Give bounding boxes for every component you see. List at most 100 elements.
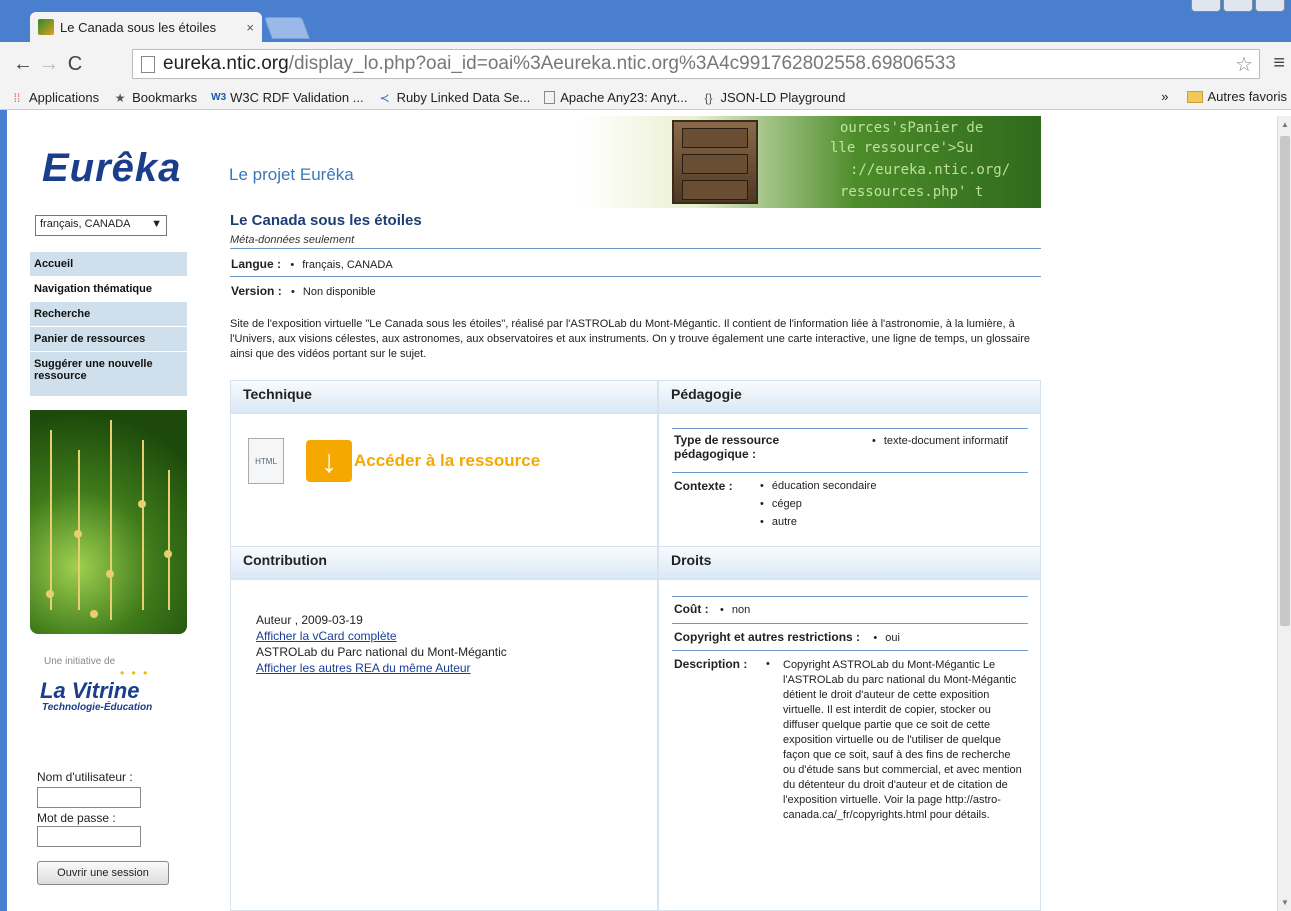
sidebar-item-panier[interactable]: Panier de ressources	[30, 327, 187, 352]
cout-value: non	[720, 604, 750, 616]
login-button[interactable]: Ouvrir une session	[37, 861, 169, 885]
scroll-thumb[interactable]	[1280, 136, 1290, 626]
download-arrow-icon: ↓	[306, 440, 352, 482]
window-border	[0, 110, 7, 911]
scroll-down-icon[interactable]: ▼	[1281, 898, 1289, 907]
langue-row: Langue : français, CANADA	[231, 257, 393, 271]
resource-description: Site de l'exposition virtuelle "Le Canad…	[230, 318, 1031, 360]
contexte-label: Contexte :	[674, 479, 733, 493]
minimize-button[interactable]	[1191, 0, 1221, 12]
language-select-value: français, CANADA	[40, 218, 131, 230]
tab-strip: Le Canada sous les étoiles ×	[0, 0, 1291, 42]
dropdown-arrow-icon: ▼	[151, 218, 162, 230]
page-subtitle: Méta-données seulement	[230, 234, 355, 246]
divider	[230, 248, 1041, 249]
banner-code-line: lle ressource'>Su	[830, 140, 974, 156]
other-rea-link[interactable]: Afficher les autres REA du même Auteur	[256, 661, 471, 675]
vitrine-subtitle: Technologie-Éducation	[42, 702, 153, 713]
close-icon[interactable]: ×	[246, 20, 254, 35]
bookmark-bookmarks[interactable]: ★ Bookmarks	[113, 90, 197, 105]
url-path: /display_lo.php?oai_id=oai%3Aeureka.ntic…	[288, 53, 956, 74]
bookmark-star-icon[interactable]: ☆	[1235, 52, 1253, 77]
scrollbar[interactable]: ▲ ▼	[1277, 116, 1291, 911]
username-input[interactable]	[37, 787, 141, 808]
sidebar-item-navigation-thematique[interactable]: Navigation thématique	[30, 277, 187, 302]
pedagogie-heading: Pédagogie	[659, 381, 1040, 414]
maximize-button[interactable]	[1223, 0, 1253, 12]
menu-icon[interactable]: ≡	[1273, 52, 1285, 75]
sidebar-item-recherche[interactable]: Recherche	[30, 302, 187, 327]
contribution-content: Auteur , 2009-03-19 Afficher la vCard co…	[256, 612, 507, 676]
contribution-panel: Contribution	[230, 546, 658, 911]
bookmark-label: Apache Any23: Anyt...	[560, 90, 688, 105]
new-tab-button[interactable]	[263, 17, 311, 39]
contexte-value: autre	[760, 516, 797, 528]
browser-tab[interactable]: Le Canada sous les étoiles ×	[30, 12, 262, 42]
bookmark-any23[interactable]: Apache Any23: Anyt...	[544, 90, 687, 105]
version-row: Version : Non disponible	[231, 284, 376, 298]
bookmark-ruby-linked-data[interactable]: ≺ Ruby Linked Data Se...	[378, 90, 531, 105]
filing-cabinet-image	[672, 120, 758, 204]
droits-heading: Droits	[659, 547, 1040, 580]
vitrine-logo[interactable]: La Vitrine	[40, 678, 139, 704]
browser-chrome: Le Canada sous les étoiles × ← → C eurek…	[0, 0, 1291, 116]
access-resource-label: Accéder à la ressource	[354, 451, 541, 470]
type-ressource-label: Type de ressource pédagogique :	[674, 433, 814, 461]
other-bookmarks[interactable]: Autres favoris	[1208, 89, 1287, 104]
contexte-value: cégep	[760, 498, 802, 510]
divider	[672, 428, 1028, 429]
pedagogie-panel: Pédagogie	[658, 380, 1041, 548]
sidebar-item-suggerer[interactable]: Suggérer une nouvelle ressource	[30, 352, 187, 397]
scroll-up-icon[interactable]: ▲	[1281, 120, 1289, 129]
bookmarks-overflow-button[interactable]: »	[1161, 89, 1168, 104]
window-close-button[interactable]	[1255, 0, 1285, 12]
back-arrow-icon[interactable]: ←	[10, 53, 36, 76]
divider	[672, 623, 1028, 624]
braces-icon: {}	[704, 90, 713, 105]
star-icon: ★	[114, 90, 126, 105]
circuit-board-image	[30, 410, 187, 634]
description-label-text: Description :	[674, 657, 748, 671]
copyright-value: oui	[873, 632, 900, 644]
banner-code-line: ressources.php' t	[840, 184, 984, 200]
organization-name: ASTROLab du Parc national du Mont-Mégant…	[256, 645, 507, 659]
bookmark-w3c[interactable]: W3 W3C RDF Validation ...	[211, 90, 363, 105]
vcard-link[interactable]: Afficher la vCard complète	[256, 629, 397, 643]
type-label: Type de ressource pédagogique :	[674, 433, 780, 461]
bookmark-applications[interactable]: ⁞⁞ Applications	[10, 90, 99, 105]
password-input[interactable]	[37, 826, 141, 847]
bookmark-label: Ruby Linked Data Se...	[396, 90, 531, 105]
page-title: Le Canada sous les étoiles	[230, 212, 422, 229]
access-resource-link[interactable]: HTML ↓ Accéder à la ressource	[248, 438, 540, 484]
password-label: Mot de passe :	[37, 811, 116, 825]
bookmark-jsonld[interactable]: {} JSON-LD Playground	[701, 90, 845, 105]
bookmarks-right: » Autres favoris	[1161, 89, 1287, 104]
author-line: Auteur , 2009-03-19	[256, 613, 363, 627]
favicon-icon	[38, 19, 54, 35]
page-icon	[141, 55, 155, 73]
bookmarks-bar: ⁞⁞ Applications ★ Bookmarks W3 W3C RDF Vali…	[0, 86, 1291, 110]
username-label: Nom d'utilisateur :	[37, 770, 133, 784]
contexte-label-text: Contexte :	[674, 479, 733, 493]
divider	[672, 472, 1028, 473]
sidebar-nav: Accueil Navigation thématique Recherche …	[30, 240, 187, 397]
language-select[interactable]: français, CANADA ▼	[35, 215, 167, 236]
project-title: Le projet Eurêka	[229, 165, 354, 184]
divider	[230, 276, 1041, 277]
browser-toolbar: ← → C eureka.ntic.org/display_lo.php?oai…	[0, 42, 1291, 86]
contribution-heading: Contribution	[231, 547, 657, 580]
rights-description: Copyright ASTROLab du Mont-Mégantic Le l…	[783, 659, 1022, 821]
forward-arrow-icon[interactable]: →	[36, 53, 62, 76]
w3c-icon: W3	[211, 91, 227, 103]
copyright-label: Copyright et autres restrictions :	[674, 630, 861, 644]
langue-label: Langue :	[231, 257, 281, 271]
initiative-label: Une initiative de	[44, 656, 116, 667]
site-logo[interactable]: Eurêka	[42, 146, 181, 191]
address-bar[interactable]: eureka.ntic.org/display_lo.php?oai_id=oa…	[132, 49, 1260, 79]
bookmark-label: Applications	[29, 90, 100, 105]
sidebar-item-accueil[interactable]: Accueil	[30, 252, 187, 277]
url-host: eureka.ntic.org	[163, 53, 289, 74]
reload-icon[interactable]: C	[62, 53, 88, 76]
bookmark-label: JSON-LD Playground	[720, 90, 846, 105]
bullet: •	[766, 658, 770, 670]
